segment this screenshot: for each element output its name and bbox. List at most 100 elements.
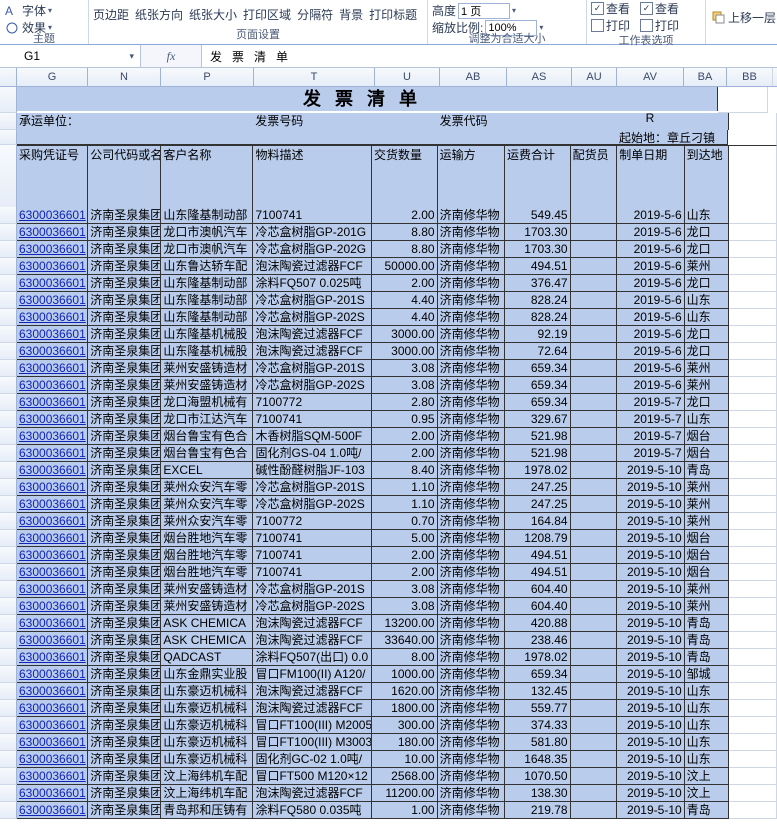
cell[interactable]: 冷芯盒树脂GP-201G	[253, 224, 372, 241]
cell[interactable]: 72.64	[505, 343, 571, 360]
cell[interactable]: 6300036601	[17, 785, 88, 802]
cell[interactable]: 莱州	[685, 496, 730, 513]
cell[interactable]: 济南圣泉集团	[88, 309, 161, 326]
cell[interactable]: 济南修华物	[438, 360, 505, 377]
col-header[interactable]: G	[17, 68, 88, 86]
cell[interactable]: 4.40	[372, 292, 438, 309]
cell[interactable]: 山东鲁达轿车配	[161, 258, 253, 275]
cell[interactable]: 冷芯盒树脂GP-201S	[253, 360, 372, 377]
cell[interactable]: 汶上	[685, 768, 730, 785]
cell[interactable]: 济南圣泉集团	[88, 479, 161, 496]
cell[interactable]	[571, 666, 618, 683]
cell[interactable]: 济南圣泉集团	[88, 751, 161, 768]
cell[interactable]	[571, 479, 618, 496]
cell[interactable]: 龙口	[685, 394, 730, 411]
cell[interactable]: 济南圣泉集团	[88, 513, 161, 530]
cell[interactable]: 烟台鲁宝有色合	[161, 445, 253, 462]
cell[interactable]: 6300036601	[17, 683, 88, 700]
cell[interactable]: 济南圣泉集团	[88, 343, 161, 360]
cell[interactable]: 济南圣泉集团	[88, 717, 161, 734]
cell[interactable]: 冒口FT100(III) M3003	[253, 734, 372, 751]
cell[interactable]: 泡沫陶瓷过滤器FCF	[253, 683, 372, 700]
cell[interactable]: 烟台	[685, 547, 730, 564]
cell[interactable]: ASK CHEMICA	[161, 615, 253, 632]
cell[interactable]: 2019-5-7	[617, 428, 684, 445]
cell[interactable]	[571, 598, 618, 615]
cell[interactable]: 龙口市澳帆汽车	[161, 224, 253, 241]
cell[interactable]: 莱州	[685, 360, 730, 377]
row-number[interactable]	[0, 130, 17, 145]
cell[interactable]: 2019-5-10	[617, 479, 684, 496]
cell[interactable]: 冷芯盒树脂GP-202S	[253, 496, 372, 513]
cell[interactable]	[571, 445, 618, 462]
cell[interactable]: 济南修华物	[438, 343, 505, 360]
cell[interactable]: 山东隆基制动部	[161, 292, 253, 309]
cell[interactable]: 0.95	[372, 411, 438, 428]
cell[interactable]: 济南圣泉集团	[88, 632, 161, 649]
cell[interactable]: 济南圣泉集团	[88, 768, 161, 785]
cell[interactable]	[571, 275, 618, 292]
cell[interactable]: 冷芯盒树脂GP-201S	[253, 581, 372, 598]
cell[interactable]: 山东	[685, 734, 730, 751]
cell[interactable]: 50000.00	[372, 258, 438, 275]
cell[interactable]: 济南圣泉集团	[88, 683, 161, 700]
cell[interactable]: 济南修华物	[438, 632, 505, 649]
cell[interactable]: 济南圣泉集团	[88, 530, 161, 547]
cell[interactable]: 6300036601	[17, 530, 88, 547]
worksheet[interactable]: 发票清单 承运单位： 发票号码 发票代码 R 起始地：章丘刁镇 采购凭证号 公司…	[0, 87, 777, 819]
cell[interactable]: 济南修华物	[438, 802, 505, 819]
cell[interactable]: 莱州安盛铸造材	[161, 377, 253, 394]
row-number[interactable]	[0, 394, 17, 411]
cell[interactable]: 济南修华物	[438, 496, 505, 513]
cell[interactable]: 济南圣泉集团	[88, 326, 161, 343]
cell[interactable]	[571, 717, 618, 734]
cell[interactable]: 8.80	[372, 224, 438, 241]
cell[interactable]: 济南修华物	[438, 598, 505, 615]
cell[interactable]: 2019-5-10	[617, 700, 684, 717]
cell[interactable]: 132.45	[505, 683, 571, 700]
row-number[interactable]	[0, 377, 17, 394]
cell[interactable]: 494.51	[505, 547, 571, 564]
cell[interactable]: 6300036601	[17, 326, 88, 343]
row-number[interactable]	[0, 513, 17, 530]
cell[interactable]: 青岛	[685, 615, 730, 632]
cell[interactable]: 龙口	[685, 241, 730, 258]
cell[interactable]: 1.10	[372, 496, 438, 513]
cell[interactable]: 6300036601	[17, 479, 88, 496]
cell[interactable]: 青岛	[685, 802, 730, 819]
cell[interactable]: 莱州	[685, 479, 730, 496]
cell[interactable]: 6300036601	[17, 377, 88, 394]
cell[interactable]: 济南圣泉集团	[88, 700, 161, 717]
cell[interactable]: 2019-5-10	[617, 768, 684, 785]
row-number[interactable]	[0, 581, 17, 598]
cell[interactable]: 2019-5-10	[617, 513, 684, 530]
cell[interactable]: 济南修华物	[438, 581, 505, 598]
cell[interactable]: 山东隆基制动部	[161, 275, 253, 292]
cell[interactable]: 6300036601	[17, 207, 88, 224]
cell[interactable]: 冷芯盒树脂GP-202S	[253, 309, 372, 326]
cell[interactable]: 6300036601	[17, 496, 88, 513]
row-number[interactable]	[0, 615, 17, 632]
cell[interactable]: 300.00	[372, 717, 438, 734]
cell[interactable]: 2.00	[372, 445, 438, 462]
row-number[interactable]	[0, 547, 17, 564]
cell[interactable]: 汶上	[685, 785, 730, 802]
cell[interactable]: 碱性酚醛树脂JF-103	[253, 462, 372, 479]
cell[interactable]: 济南修华物	[438, 513, 505, 530]
cell[interactable]: 6300036601	[17, 666, 88, 683]
cell[interactable]: 180.00	[372, 734, 438, 751]
cell[interactable]: 2019-5-10	[617, 564, 684, 581]
cell[interactable]: 济南圣泉集团	[88, 224, 161, 241]
cell[interactable]: 7100741	[253, 411, 372, 428]
cell[interactable]	[571, 581, 618, 598]
headings-view[interactable]: ✓查看	[640, 0, 679, 17]
cell[interactable]: 济南修华物	[438, 411, 505, 428]
cell[interactable]: 1.00	[372, 802, 438, 819]
cell[interactable]	[571, 258, 618, 275]
cell[interactable]: 龙口市江达汽车	[161, 411, 253, 428]
cell[interactable]: 11200.00	[372, 785, 438, 802]
cell[interactable]: 山东隆基制动部	[161, 309, 253, 326]
cell[interactable]: 2.00	[372, 547, 438, 564]
cell[interactable]: 济南修华物	[438, 224, 505, 241]
cell[interactable]	[571, 428, 618, 445]
